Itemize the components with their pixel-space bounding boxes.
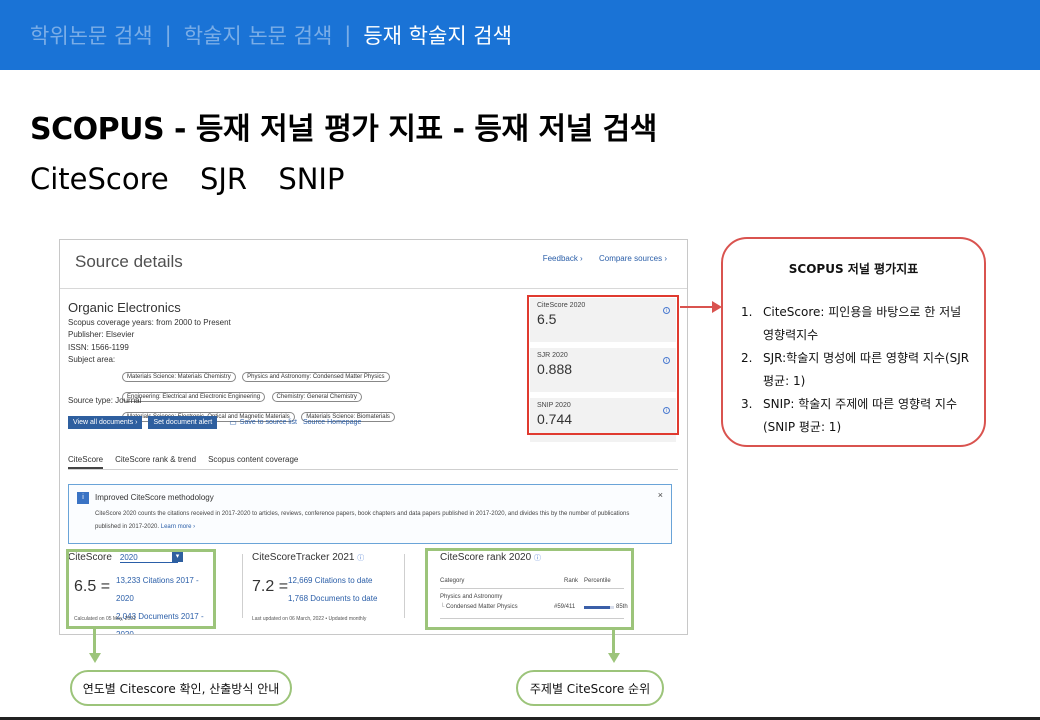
methodology-notice: i Improved CiteScore methodology CiteSco… xyxy=(68,484,672,544)
coverage-row: Scopus coverage years: from 2000 to Pres… xyxy=(68,317,231,330)
citescore-subject-rank-note: 주제별 CiteScore 순위 xyxy=(516,670,664,706)
callout-list: 1. CiteScore: 피인용을 바탕으로 한 저널영향력지수 2. SJR:학… xyxy=(741,301,971,439)
issn-row: ISSN: 1566-1199 xyxy=(68,342,231,355)
citescore-highlight-box xyxy=(66,549,216,629)
metrics-highlight-box xyxy=(527,295,679,435)
top-nav-bar: 학위논문 검색 | 학술지 논문 검색 | 등재 학술지 검색 xyxy=(0,0,1040,70)
divider xyxy=(404,554,405,618)
citescore-tracker-panel: CiteScoreTracker 2021 ⓘ 7.2 = 12,669 Cit… xyxy=(252,552,412,630)
tab-journal-article-search[interactable]: 학술지 논문 검색 xyxy=(184,20,333,50)
arrow-to-callout xyxy=(680,306,714,308)
arrow-line xyxy=(93,628,96,654)
subtitle-sjr: SJR xyxy=(199,162,248,196)
subject-chip[interactable]: Physics and Astronomy: Condensed Matter … xyxy=(242,372,390,382)
tracker-calc: 12,669 Citations to date 1,768 Documents… xyxy=(288,572,377,608)
item-number: 3. xyxy=(741,397,753,411)
source-homepage-link[interactable]: Source Homepage xyxy=(303,419,361,426)
publisher-label: Publisher: xyxy=(68,330,104,339)
learn-more-link[interactable]: Learn more › xyxy=(161,524,195,530)
tracker-big-value: 7.2 = xyxy=(252,578,288,596)
subtitle-snip: SNIP xyxy=(278,162,345,196)
arrow-line xyxy=(612,628,615,654)
scopus-metrics-callout: SCOPUS 저널 평가지표 1. CiteScore: 피인용을 바탕으로 한 … xyxy=(721,237,986,447)
tab-thesis-search[interactable]: 학위논문 검색 xyxy=(30,20,153,50)
info-icon: i xyxy=(77,492,89,504)
scopus-source-details-screenshot: Source details Feedback › Compare source… xyxy=(59,239,688,635)
tracker-title-text: CiteScoreTracker 2021 xyxy=(252,552,355,563)
item-number: 1. xyxy=(741,305,753,319)
subject-chip[interactable]: Engineering: Electrical and Electronic E… xyxy=(122,392,266,402)
item-text: SNIP: 학술지 주제에 따른 영향력 지수(SNIP 평균: 1) xyxy=(763,397,958,434)
callout-title: SCOPUS 저널 평가지표 xyxy=(788,262,919,276)
rank-highlight-box xyxy=(425,548,634,630)
header-links: Feedback › Compare sources › xyxy=(529,254,667,263)
item-text: CiteScore: 피인용을 바탕으로 한 저널영향력지수 xyxy=(763,305,962,342)
save-to-source-list-link[interactable]: Save to source list xyxy=(240,419,297,426)
tracker-updated: Last updated on 06 March, 2022 • Updated… xyxy=(252,616,367,622)
tab-citescore[interactable]: CiteScore xyxy=(68,455,104,469)
divider xyxy=(68,469,678,470)
issn-label: ISSN: xyxy=(68,342,89,352)
tracker-title: CiteScoreTracker 2021 ⓘ xyxy=(252,552,412,563)
tab-citescore-rank-trend[interactable]: CiteScore rank & trend xyxy=(115,455,196,469)
citations-link[interactable]: 12,669 Citations to date xyxy=(288,572,377,590)
metric-tabs: CiteScore CiteScore rank & trend Scopus … xyxy=(68,455,310,469)
action-row: View all documents › Set document alert … xyxy=(68,416,361,429)
documents-link[interactable]: 1,768 Documents to date xyxy=(288,590,377,608)
callout-item: 2. SJR:학술지 명성에 따른 영향력 지수(SJR 평균: 1) xyxy=(741,347,971,393)
subject-chip[interactable]: Chemistry: General Chemistry xyxy=(271,392,362,402)
notice-body: CiteScore 2020 counts the citations rece… xyxy=(95,508,655,534)
save-icon: ▭ xyxy=(229,418,237,427)
arrow-head-icon xyxy=(608,653,620,663)
journal-name: Organic Electronics xyxy=(68,300,181,315)
callout-item: 1. CiteScore: 피인용을 바탕으로 한 저널영향력지수 xyxy=(741,301,971,347)
info-icon[interactable]: ⓘ xyxy=(357,555,364,562)
issn-value: 1566-1199 xyxy=(91,342,129,352)
view-all-documents-button[interactable]: View all documents › xyxy=(68,416,143,429)
publisher-row: Publisher: Elsevier xyxy=(68,329,231,342)
tab-registered-journal-search[interactable]: 등재 학술지 검색 xyxy=(363,20,512,50)
big-number: 7.2 xyxy=(252,578,275,595)
tab-scopus-content-coverage[interactable]: Scopus content coverage xyxy=(208,455,298,469)
source-type-row: Source type: Journal xyxy=(68,396,141,405)
source-type-label: Source type: xyxy=(68,396,113,405)
subject-chip[interactable]: Materials Science: Materials Chemistry xyxy=(122,372,236,382)
tab-separator: | xyxy=(344,23,352,47)
divider xyxy=(242,554,243,618)
callout-item: 3. SNIP: 학술지 주제에 따른 영향력 지수(SNIP 평균: 1) xyxy=(741,393,971,439)
compare-sources-link[interactable]: Compare sources › xyxy=(599,254,667,263)
source-details-heading: Source details xyxy=(75,252,183,271)
divider xyxy=(60,288,687,289)
slide-title: SCOPUS - 등재 저널 평가 지표 - 등재 저널 검색 xyxy=(30,112,657,147)
equals-sign: = xyxy=(278,578,289,595)
publisher-value: Elsevier xyxy=(105,330,135,339)
notice-title: Improved CiteScore methodology xyxy=(95,493,214,502)
coverage-value: from 2000 to Present xyxy=(156,317,231,327)
item-text: SJR:학술지 명성에 따른 영향력 지수(SJR 평균: 1) xyxy=(763,351,970,388)
tab-separator: | xyxy=(164,23,172,47)
arrow-head-icon xyxy=(89,653,101,663)
journal-info: Organic Electronics Scopus coverage year… xyxy=(68,300,231,367)
close-icon[interactable]: × xyxy=(658,490,663,500)
feedback-link[interactable]: Feedback › xyxy=(543,254,583,263)
item-number: 2. xyxy=(741,351,753,365)
subtitle-citescore: CiteScore xyxy=(30,162,169,196)
slide-subtitle: CiteScore SJR SNIP xyxy=(30,162,366,196)
coverage-label: Scopus coverage years: xyxy=(68,317,154,327)
citescore-year-note: 연도별 Citescore 확인, 산출방식 안내 xyxy=(70,670,292,706)
source-type-value: Journal xyxy=(115,396,142,405)
set-document-alert-button[interactable]: Set document alert xyxy=(148,416,218,429)
